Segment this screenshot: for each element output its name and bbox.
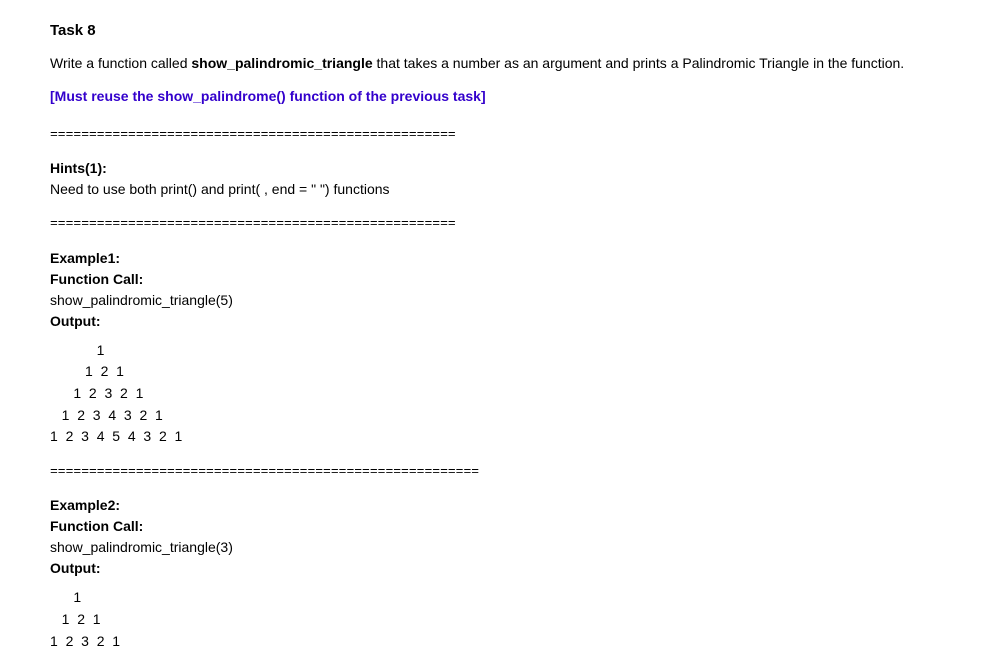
description-post: that takes a number as an argument and p… (373, 55, 905, 71)
description-pre: Write a function called (50, 55, 191, 71)
example1-output-label: Output: (50, 311, 992, 332)
example2-output-triangle: 1 1 2 1 1 2 3 2 1 (50, 587, 992, 652)
example2-block: Example2: Function Call: show_palindromi… (50, 495, 992, 652)
example2-label: Example2: (50, 495, 992, 516)
example2-output-label: Output: (50, 558, 992, 579)
task-title: Task 8 (50, 20, 992, 43)
hints-text: Need to use both print() and print( , en… (50, 179, 992, 200)
example1-label: Example1: (50, 248, 992, 269)
reuse-note: [Must reuse the show_palindrome() functi… (50, 86, 992, 107)
separator-3: ========================================… (50, 462, 992, 482)
example1-call-label: Function Call: (50, 269, 992, 290)
hints-block: Hints(1): Need to use both print() and p… (50, 158, 992, 200)
example2-call-text: show_palindromic_triangle(3) (50, 537, 992, 558)
example1-block: Example1: Function Call: show_palindromi… (50, 248, 992, 448)
separator-2: ========================================… (50, 214, 992, 234)
task-description: Write a function called show_palindromic… (50, 53, 992, 74)
example2-call-label: Function Call: (50, 516, 992, 537)
example1-call-text: show_palindromic_triangle(5) (50, 290, 992, 311)
function-name: show_palindromic_triangle (191, 55, 372, 71)
separator-1: ========================================… (50, 125, 992, 145)
example1-output-triangle: 1 1 2 1 1 2 3 2 1 1 2 3 4 3 2 1 1 2 3 4 … (50, 340, 992, 448)
hints-label: Hints(1): (50, 158, 992, 179)
